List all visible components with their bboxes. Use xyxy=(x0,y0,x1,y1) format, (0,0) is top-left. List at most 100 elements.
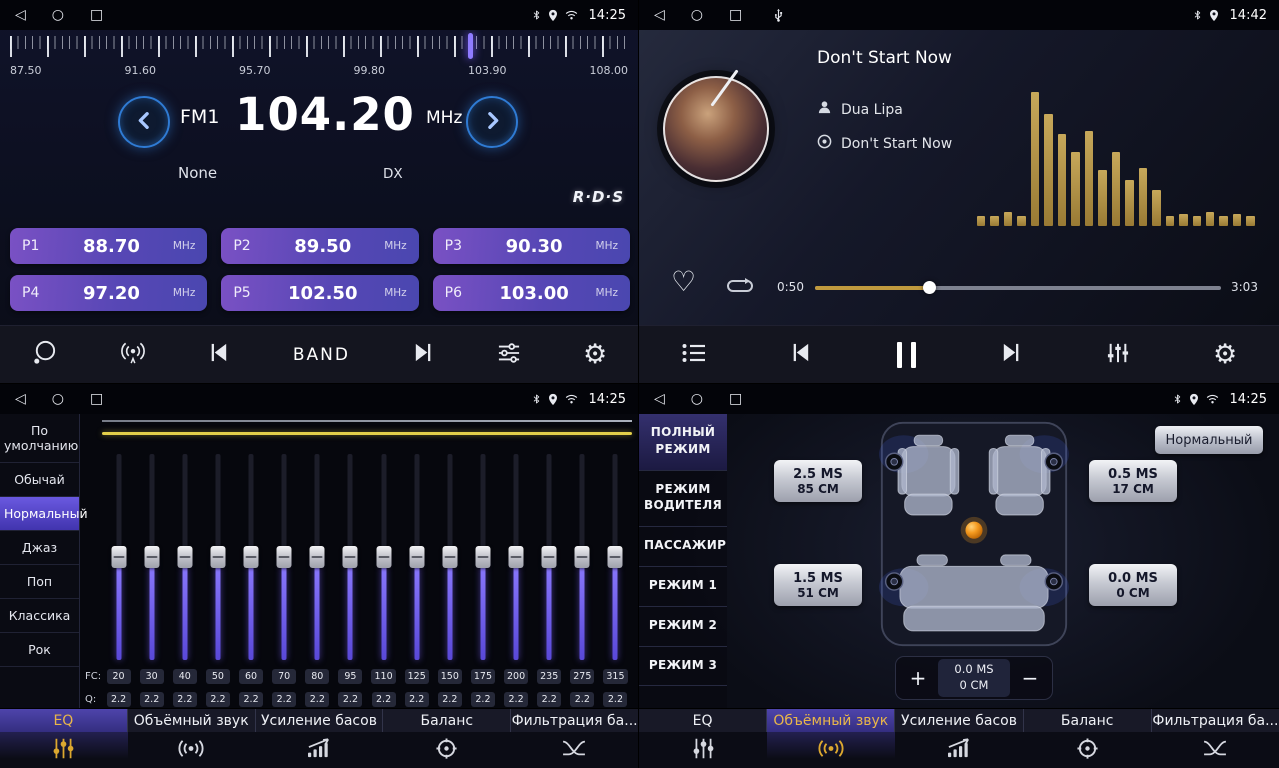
eq-preset-item[interactable]: Нормальный xyxy=(0,497,79,531)
eq-band-slider[interactable] xyxy=(599,454,632,660)
eq-band-slider[interactable] xyxy=(367,454,400,660)
eq-slider-handle[interactable] xyxy=(111,546,126,568)
preset-button-p1[interactable]: P188.70MHz xyxy=(10,228,207,264)
tab-icon-cell-3[interactable] xyxy=(255,732,383,768)
next-station-button[interactable] xyxy=(411,342,434,367)
recents-icon[interactable]: □ xyxy=(90,8,103,22)
tab-icon-cell-1[interactable] xyxy=(639,732,767,768)
surround-mode-item[interactable]: РЕЖИМ 3 xyxy=(639,647,727,687)
repeat-button[interactable] xyxy=(725,276,755,300)
eq-slider-handle[interactable] xyxy=(376,546,391,568)
settings-button[interactable]: ⚙ xyxy=(1213,341,1237,368)
tab-icon-cell-4[interactable] xyxy=(383,732,511,768)
mixer-button[interactable] xyxy=(1106,342,1130,368)
eq-slider-handle[interactable] xyxy=(542,546,557,568)
eq-band-slider[interactable] xyxy=(301,454,334,660)
broadcast-button[interactable] xyxy=(119,341,147,369)
recents-icon[interactable]: □ xyxy=(729,392,742,406)
audio-tab-2[interactable]: Объёмный звук xyxy=(766,709,894,732)
back-icon[interactable]: ◁ xyxy=(15,392,26,406)
audio-tab-5[interactable]: Фильтрация ба... xyxy=(1151,709,1279,732)
next-track-button[interactable] xyxy=(999,342,1022,367)
eq-slider-handle[interactable] xyxy=(144,546,159,568)
surround-mode-item[interactable]: ПАССАЖИР xyxy=(639,527,727,567)
audio-tab-4[interactable]: Баланс xyxy=(382,709,510,732)
eq-preset-item[interactable]: По умолчанию xyxy=(0,414,79,463)
eq-slider-handle[interactable] xyxy=(509,546,524,568)
eq-slider-handle[interactable] xyxy=(177,546,192,568)
eq-band-slider[interactable] xyxy=(500,454,533,660)
home-icon[interactable]: ○ xyxy=(52,8,64,22)
favorite-button[interactable]: ♡ xyxy=(671,268,696,296)
eq-slider-handle[interactable] xyxy=(343,546,358,568)
eq-slider-handle[interactable] xyxy=(409,546,424,568)
tab-icon-cell-1[interactable] xyxy=(0,732,128,768)
eq-preset-item[interactable]: Поп xyxy=(0,565,79,599)
eq-band-slider[interactable] xyxy=(235,454,268,660)
eq-band-slider[interactable] xyxy=(433,454,466,660)
tab-icon-cell-5[interactable] xyxy=(1151,732,1279,768)
eq-band-slider[interactable] xyxy=(566,454,599,660)
eq-band-slider[interactable] xyxy=(533,454,566,660)
eq-band-slider[interactable] xyxy=(268,454,301,660)
sound-profile-button[interactable]: Нормальный xyxy=(1155,426,1263,454)
recents-icon[interactable]: □ xyxy=(729,8,742,22)
back-icon[interactable]: ◁ xyxy=(15,8,26,22)
home-icon[interactable]: ○ xyxy=(52,392,64,406)
eq-band-slider[interactable] xyxy=(135,454,168,660)
preset-button-p6[interactable]: P6103.00MHz xyxy=(433,275,630,311)
eq-band-slider[interactable] xyxy=(201,454,234,660)
home-icon[interactable]: ○ xyxy=(691,392,703,406)
delay-button-rear-right[interactable]: 0.0 MS0 CM xyxy=(1089,564,1177,606)
eq-preset-item[interactable]: Обычай xyxy=(0,463,79,497)
delay-button-front-right[interactable]: 0.5 MS17 CM xyxy=(1089,460,1177,502)
tab-icon-cell-2[interactable] xyxy=(128,732,256,768)
eq-band-slider[interactable] xyxy=(168,454,201,660)
eq-slider-handle[interactable] xyxy=(575,546,590,568)
eq-slider-handle[interactable] xyxy=(310,546,325,568)
delay-button-front-left[interactable]: 2.5 MS85 CM xyxy=(774,460,862,502)
album-art[interactable] xyxy=(663,76,769,182)
eq-preset-item[interactable]: Классика xyxy=(0,599,79,633)
scan-button[interactable] xyxy=(31,339,58,370)
preset-button-p2[interactable]: P289.50MHz xyxy=(221,228,418,264)
eq-slider-handle[interactable] xyxy=(277,546,292,568)
eq-band-slider[interactable] xyxy=(102,454,135,660)
pause-button[interactable] xyxy=(897,342,916,368)
eq-slider-handle[interactable] xyxy=(475,546,490,568)
back-icon[interactable]: ◁ xyxy=(654,392,665,406)
previous-station-button[interactable] xyxy=(208,342,231,367)
equalizer-button[interactable] xyxy=(496,342,522,368)
preset-button-p5[interactable]: P5102.50MHz xyxy=(221,275,418,311)
tune-up-button[interactable] xyxy=(466,96,518,148)
delay-button-rear-left[interactable]: 1.5 MS51 CM xyxy=(774,564,862,606)
tab-icon-cell-5[interactable] xyxy=(510,732,638,768)
audio-tab-3[interactable]: Усиление басов xyxy=(894,709,1022,732)
eq-band-slider[interactable] xyxy=(400,454,433,660)
eq-preset-item[interactable]: Джаз xyxy=(0,531,79,565)
eq-slider-handle[interactable] xyxy=(210,546,225,568)
playlist-button[interactable] xyxy=(681,342,707,368)
eq-band-slider[interactable] xyxy=(334,454,367,660)
recents-icon[interactable]: □ xyxy=(90,392,103,406)
tab-icon-cell-3[interactable] xyxy=(895,732,1023,768)
increase-delay-button[interactable]: + xyxy=(906,666,930,690)
preset-button-p4[interactable]: P497.20MHz xyxy=(10,275,207,311)
frequency-ruler[interactable] xyxy=(10,36,628,62)
decrease-delay-button[interactable]: − xyxy=(1018,666,1042,690)
surround-mode-item[interactable]: РЕЖИМ ВОДИТЕЛЯ xyxy=(639,471,727,528)
settings-button[interactable]: ⚙ xyxy=(583,341,607,368)
progress-thumb[interactable] xyxy=(923,281,936,294)
eq-slider-handle[interactable] xyxy=(442,546,457,568)
back-icon[interactable]: ◁ xyxy=(654,8,665,22)
audio-tab-1[interactable]: EQ xyxy=(0,709,127,732)
surround-mode-item[interactable]: РЕЖИМ 1 xyxy=(639,567,727,607)
tune-down-button[interactable] xyxy=(118,96,170,148)
surround-mode-item[interactable]: РЕЖИМ 2 xyxy=(639,607,727,647)
eq-slider-handle[interactable] xyxy=(608,546,623,568)
audio-tab-3[interactable]: Усиление басов xyxy=(255,709,383,732)
eq-preset-item[interactable]: Рок xyxy=(0,633,79,667)
tab-icon-cell-4[interactable] xyxy=(1023,732,1151,768)
progress-slider[interactable] xyxy=(815,286,1221,290)
tab-icon-cell-2[interactable] xyxy=(767,732,895,768)
